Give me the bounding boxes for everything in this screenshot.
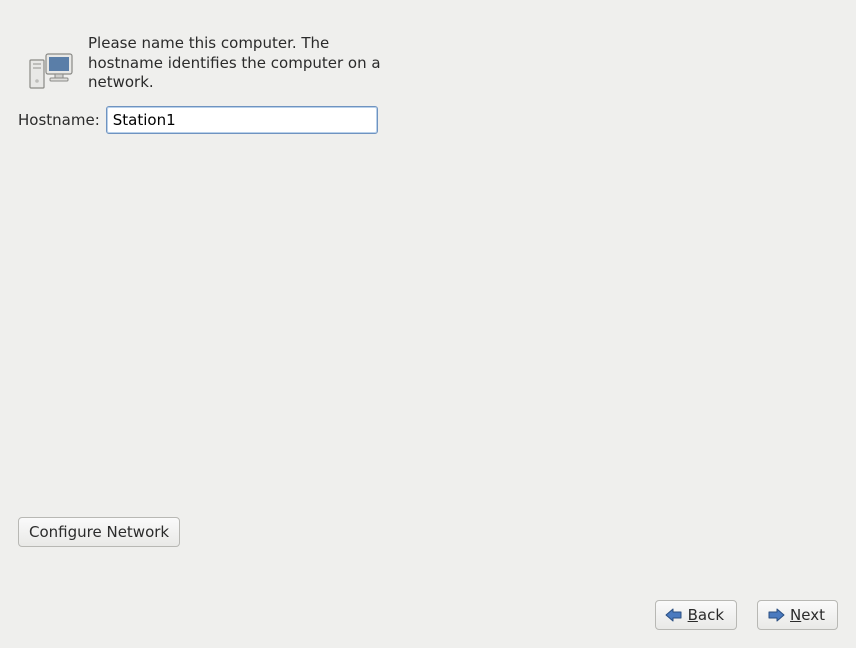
arrow-right-icon (766, 607, 786, 623)
instruction-text: Please name this computer. The hostname … (88, 34, 388, 93)
next-button[interactable]: Next (757, 600, 838, 630)
network-computer-icon (28, 48, 76, 96)
arrow-left-icon (664, 607, 684, 623)
back-button[interactable]: Back (655, 600, 737, 630)
hostname-label: Hostname: (18, 111, 100, 129)
next-button-label: Next (790, 606, 825, 624)
configure-network-button[interactable]: Configure Network (18, 517, 180, 547)
hostname-input[interactable] (106, 106, 378, 134)
back-button-label: Back (688, 606, 724, 624)
